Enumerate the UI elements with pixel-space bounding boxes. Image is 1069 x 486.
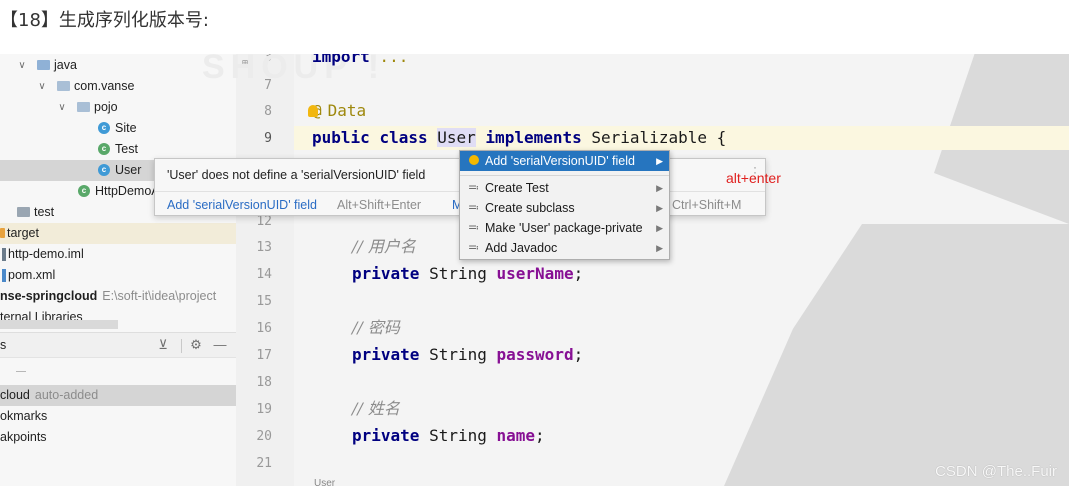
class-icon: c	[98, 164, 110, 176]
bulb-icon	[469, 155, 479, 165]
minimize-icon[interactable]: —	[212, 337, 228, 353]
background-wallpaper	[724, 224, 1069, 486]
line-number: 8	[264, 104, 272, 119]
submenu-arrow-icon: ▶	[656, 243, 663, 253]
code-editor[interactable]: SHOUP ! import ... @Data public class Us…	[202, 54, 1069, 486]
shortcut-label: Alt+Shift+Enter	[337, 198, 422, 212]
gear-icon[interactable]: ⚙	[188, 337, 204, 353]
line-number: 9	[264, 131, 272, 146]
tree-item-pom[interactable]: pom.xml	[0, 265, 236, 286]
folder-icon	[37, 60, 50, 70]
line-number: 19	[256, 402, 272, 417]
divider	[460, 175, 669, 176]
submenu-arrow-icon: ▶	[656, 183, 663, 193]
tree-item-site[interactable]: c Site	[0, 118, 236, 139]
maven-file-icon	[2, 269, 6, 282]
divider	[16, 371, 26, 372]
tree-item-iml[interactable]: http-demo.iml	[0, 244, 236, 265]
panel-title: s	[0, 338, 7, 352]
chevron-down-icon[interactable]: ∨	[17, 55, 27, 76]
tree-item-java[interactable]: ∨ java	[0, 55, 236, 76]
panel-item-note: auto-added	[34, 388, 99, 402]
code-line-annotation: @Data	[307, 100, 366, 122]
menu-item-make-package-private[interactable]: ≕ Make 'User' package-private ▶	[460, 218, 669, 238]
code-comment: // 用户名	[352, 237, 416, 256]
package-icon	[57, 81, 70, 91]
line-number: 15	[256, 294, 272, 309]
shortcut-label: Ctrl+Shift+M	[672, 198, 742, 212]
tree-item-target[interactable]: target	[0, 223, 236, 244]
tree-item-com-vanse[interactable]: ∨ com.vanse	[0, 76, 236, 97]
package-icon	[77, 102, 90, 112]
shortcut-hint: alt+enter	[726, 170, 781, 186]
page-heading: 【18】生成序列化版本号:	[0, 10, 209, 31]
excluded-folder-icon	[0, 228, 5, 238]
code-comment: // 密码	[352, 318, 400, 337]
file-tab[interactable]: User	[314, 478, 335, 486]
folder-icon	[17, 207, 30, 217]
quick-fix-link[interactable]: Add 'serialVersionUID' field	[167, 198, 317, 212]
chevron-down-icon[interactable]: ∨	[37, 76, 47, 97]
code-line-class: public class User implements Serializabl…	[312, 128, 727, 147]
menu-item-add-javadoc[interactable]: ≕ Add Javadoc ▶	[460, 238, 669, 258]
code-line-import: import ...	[312, 54, 409, 66]
code-field-password: private String password;	[352, 345, 584, 364]
collapse-all-icon[interactable]: ⊻	[155, 337, 171, 353]
menu-item-create-test[interactable]: ≕ Create Test ▶	[460, 178, 669, 198]
application-class-icon: c	[78, 185, 90, 197]
intention-actions-menu: Add 'serialVersionUID' field ▶ ≕ Create …	[459, 150, 670, 260]
line-number: 21	[256, 456, 272, 471]
project-tree: ∨ java ∨ com.vanse ∨ pojo c Site c Test …	[0, 54, 236, 486]
code-comment: // 姓名	[352, 399, 400, 418]
submenu-arrow-icon: ▶	[656, 223, 663, 233]
project-name: nse-springcloud	[0, 289, 98, 303]
submenu-arrow-icon: ▶	[656, 156, 663, 166]
pencil-icon: ≕	[468, 182, 479, 194]
pencil-icon: ≕	[468, 222, 479, 234]
module-file-icon	[2, 248, 6, 261]
tooltip-message: 'User' does not define a 'serialVersionU…	[167, 168, 426, 182]
menu-item-add-serialversionuid[interactable]: Add 'serialVersionUID' field ▶	[460, 151, 669, 171]
tree-item-pojo[interactable]: ∨ pojo	[0, 97, 236, 118]
toolbar-divider	[181, 339, 182, 353]
line-number: 16	[256, 321, 272, 336]
line-number: 17	[256, 348, 272, 363]
class-name-highlight[interactable]: User	[437, 128, 476, 147]
chevron-down-icon[interactable]: ∨	[57, 97, 67, 118]
lightbulb-icon[interactable]	[307, 105, 318, 117]
panel-item-bookmarks[interactable]: okmarks	[0, 406, 236, 427]
services-panel-header: s ⊻ ⚙ —	[0, 332, 236, 358]
project-path: E:\soft-it\idea\project	[102, 289, 217, 303]
panel-item-breakpoints[interactable]: akpoints	[0, 427, 236, 448]
code-field-username: private String userName;	[352, 264, 584, 283]
class-icon: c	[98, 122, 110, 134]
line-number-gutter: ⊞ 3 7 8 9 12 13 14 15 16 17 18 19 20 21	[236, 54, 294, 486]
credit-watermark: CSDN @The..Fuir	[935, 463, 1057, 480]
line-number: 13	[256, 240, 272, 255]
tree-item-test-class[interactable]: c Test	[0, 139, 236, 160]
pencil-icon: ≕	[468, 242, 479, 254]
code-field-name: private String name;	[352, 426, 545, 445]
ide-screenshot: ∨ java ∨ com.vanse ∨ pojo c Site c Test …	[0, 54, 1069, 486]
line-number: 18	[256, 375, 272, 390]
line-number: 14	[256, 267, 272, 282]
submenu-arrow-icon: ▶	[656, 203, 663, 213]
horizontal-scrollbar[interactable]	[0, 320, 118, 329]
panel-item-label: cloud	[0, 388, 30, 402]
tree-item-project-root[interactable]: nse-springcloud E:\soft-it\idea\project	[0, 286, 236, 307]
line-number: 20	[256, 429, 272, 444]
panel-item-cloud[interactable]: cloud auto-added	[0, 385, 236, 406]
pencil-icon: ≕	[468, 202, 479, 214]
menu-item-create-subclass[interactable]: ≕ Create subclass ▶	[460, 198, 669, 218]
test-class-icon: c	[98, 143, 110, 155]
